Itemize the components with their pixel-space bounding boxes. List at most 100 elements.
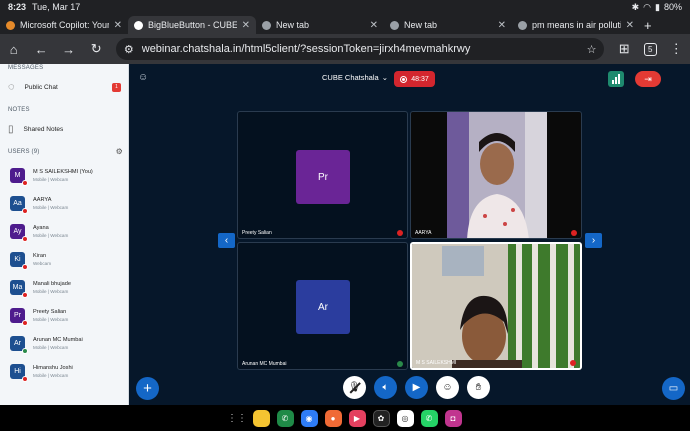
tab-title: New tab bbox=[276, 20, 310, 30]
meeting-title-text: CUBE Chatshala bbox=[322, 73, 379, 82]
camera-icon: ▶ bbox=[412, 382, 421, 393]
user-list-item[interactable]: Ar Arunan MC Mumbai Mobile | Webcam bbox=[0, 330, 128, 357]
user-list-item[interactable]: Ki Kiran Webcam bbox=[0, 246, 128, 273]
chevron-down-icon: ⌄ bbox=[381, 73, 388, 82]
mic-active-icon bbox=[397, 361, 403, 367]
close-tab-icon[interactable]: ✕ bbox=[498, 20, 506, 31]
back-icon[interactable]: ← bbox=[33, 41, 48, 57]
forward-icon[interactable]: → bbox=[61, 41, 76, 57]
instagram-app-icon[interactable]: ◘ bbox=[444, 409, 462, 427]
user-avatar: M bbox=[10, 168, 28, 186]
user-name: Himanshu Joshi bbox=[33, 365, 73, 372]
translate-icon[interactable]: ⊞ bbox=[616, 41, 631, 57]
shared-notes-item[interactable]: ▯ Shared Notes bbox=[0, 122, 128, 136]
chrome-app-icon[interactable]: ◎ bbox=[396, 409, 414, 427]
menu-dots-icon[interactable]: ⋮ bbox=[669, 41, 684, 57]
user-avatar: Aa bbox=[10, 196, 28, 214]
leave-meeting-button[interactable]: ⇥ bbox=[635, 71, 661, 87]
meeting-title[interactable]: CUBE Chatshala ⌄ bbox=[322, 73, 388, 82]
hand-icon: ✋︎ bbox=[475, 382, 482, 393]
contacts-app-icon[interactable]: ● bbox=[324, 409, 342, 427]
browser-tab-pm-search[interactable]: pm means in air pollution ✕ bbox=[512, 16, 640, 34]
user-name: Preety Salian bbox=[33, 309, 67, 316]
browser-tab-new-1[interactable]: New tab ✕ bbox=[256, 16, 384, 34]
public-chat-item[interactable]: ◌ Public Chat 1 bbox=[0, 80, 128, 94]
raise-hand-button[interactable]: ✋︎ bbox=[467, 376, 490, 399]
user-status: Mobile | Webcam bbox=[33, 176, 69, 182]
bigbluebutton-favicon-icon bbox=[134, 20, 143, 30]
new-tab-button[interactable]: + bbox=[644, 16, 652, 34]
share-screen-button[interactable]: ▭ bbox=[662, 377, 685, 400]
mic-muted-icon bbox=[22, 320, 28, 326]
smiley-icon: ☺ bbox=[442, 382, 453, 393]
user-name: M S SAILEKSHMI (You) bbox=[33, 169, 93, 176]
webcam-button[interactable]: ▶ bbox=[405, 376, 428, 399]
mic-muted-icon bbox=[22, 208, 28, 214]
screen: 8:23 Tue, Mar 17 ✱ ◠ ▮ 80% Microsoft Cop… bbox=[0, 0, 690, 431]
unmute-mic-button[interactable]: 🎙︎ bbox=[343, 376, 366, 399]
media-app-icon[interactable]: ▶ bbox=[348, 409, 366, 427]
close-tab-icon[interactable]: ✕ bbox=[242, 20, 250, 31]
video-tile-preety[interactable]: Pr Preety Salian bbox=[237, 111, 408, 239]
bookmark-star-icon[interactable]: ☆ bbox=[587, 43, 597, 56]
user-list-toggle-icon[interactable]: ☺ bbox=[138, 72, 150, 84]
previous-page-button[interactable]: ‹ bbox=[218, 233, 235, 248]
chat-bubble-icon: ◌ bbox=[8, 81, 15, 93]
phone-app-icon[interactable]: ✆ bbox=[276, 409, 294, 427]
user-list-item[interactable]: Hi Himanshu Joshi Mobile | Webcam bbox=[0, 358, 128, 385]
reload-icon[interactable]: ↻ bbox=[88, 41, 103, 57]
user-list-item[interactable]: Ma Manali bhujade Mobile | Webcam bbox=[0, 274, 128, 301]
tab-title: New tab bbox=[404, 20, 438, 30]
video-tile-aarya[interactable]: AARYA bbox=[410, 111, 582, 239]
browser-tab-copilot[interactable]: Microsoft Copilot: Your AI ✕ bbox=[0, 16, 128, 34]
user-list-item[interactable]: Aa AARYA Mobile | Webcam bbox=[0, 190, 128, 217]
users-count-label: USERS (9) bbox=[8, 149, 40, 155]
globe-icon bbox=[262, 20, 271, 30]
close-tab-icon[interactable]: ✕ bbox=[370, 20, 378, 31]
whatsapp-app-icon[interactable]: ✆ bbox=[420, 409, 438, 427]
mic-muted-icon bbox=[397, 230, 403, 236]
globe-icon bbox=[390, 20, 399, 30]
record-icon bbox=[400, 75, 408, 83]
next-page-button[interactable]: › bbox=[585, 233, 602, 248]
google-favicon-icon bbox=[518, 20, 527, 30]
mic-muted-icon bbox=[22, 376, 28, 382]
users-settings-gear-icon[interactable]: ⚙ bbox=[116, 147, 123, 156]
user-list-item[interactable]: Pr Preety Salian Mobile | Webcam bbox=[0, 302, 128, 329]
audio-settings-button[interactable]: 🔈︎ bbox=[374, 376, 397, 399]
address-bar[interactable]: ⚙ webinar.chatshala.in/html5client/?sess… bbox=[115, 38, 605, 60]
files-app-icon[interactable] bbox=[252, 409, 270, 427]
speaker-icon: 🔈︎ bbox=[382, 382, 389, 393]
user-list-item[interactable]: Ay Ayana Mobile | Webcam bbox=[0, 218, 128, 245]
home-icon[interactable]: ⌂ bbox=[6, 41, 21, 57]
actions-menu-button[interactable]: + bbox=[136, 377, 159, 400]
user-name: Arunan MC Mumbai bbox=[33, 337, 83, 344]
user-name: Manali bhujade bbox=[33, 281, 71, 288]
site-info-icon[interactable]: ⚙ bbox=[124, 43, 134, 56]
reactions-button[interactable]: ☺ bbox=[436, 376, 459, 399]
media-controls: 🎙︎ 🔈︎ ▶ ☺ ✋︎ bbox=[343, 376, 490, 400]
user-status: Mobile | Webcam bbox=[33, 232, 69, 238]
browser-tab-bigbluebutton[interactable]: BigBlueButton - CUBE Cha ✕ bbox=[128, 16, 256, 34]
messages-app-icon[interactable]: ◉ bbox=[300, 409, 318, 427]
participant-avatar: Ar bbox=[296, 280, 350, 334]
tab-switcher-button[interactable]: 5 bbox=[643, 42, 657, 56]
microphone-icon: 🎙︎ bbox=[348, 382, 361, 393]
user-avatar: Ki bbox=[10, 252, 28, 270]
close-tab-icon[interactable]: ✕ bbox=[114, 20, 122, 31]
video-tile-sailekshmi[interactable]: M S SAILEKSHMI bbox=[410, 242, 582, 370]
webcam-feed-image bbox=[447, 112, 547, 238]
browser-tab-new-2[interactable]: New tab ✕ bbox=[384, 16, 512, 34]
apps-grid-icon[interactable]: ⋮⋮ bbox=[227, 410, 247, 427]
connection-status-icon[interactable] bbox=[608, 71, 624, 87]
gallery-app-icon[interactable]: ✿ bbox=[372, 409, 390, 427]
plus-icon: + bbox=[143, 380, 152, 397]
user-list-item[interactable]: M M S SAILEKSHMI (You) Mobile | Webcam bbox=[0, 162, 128, 189]
participant-avatar: Pr bbox=[296, 150, 350, 204]
video-tile-arunan[interactable]: Ar Arunan MC Mumbai bbox=[237, 242, 408, 370]
recording-indicator[interactable]: 48:37 bbox=[394, 71, 435, 87]
close-tab-icon[interactable]: ✕ bbox=[626, 20, 634, 31]
user-status: Webcam bbox=[33, 260, 52, 266]
messages-title: MESSAGES bbox=[8, 65, 44, 71]
user-status: Mobile | Webcam bbox=[33, 344, 69, 350]
